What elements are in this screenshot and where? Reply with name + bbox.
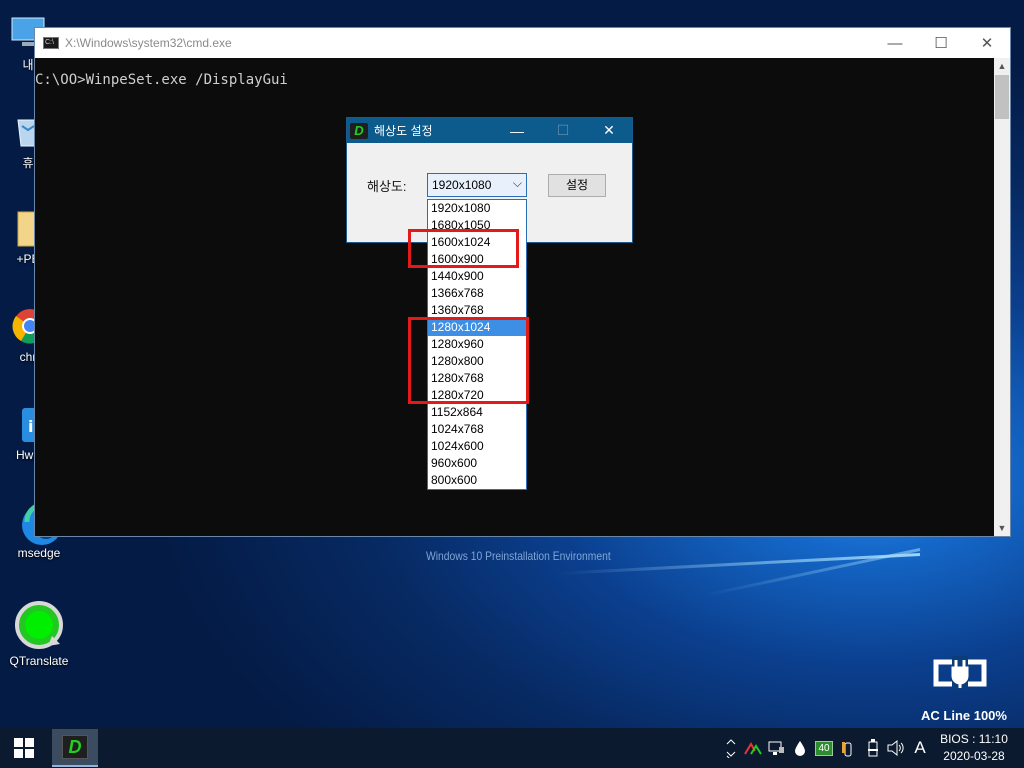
close-button[interactable]: ✕ — [964, 28, 1010, 58]
app-d-icon: D — [350, 122, 368, 139]
resolution-label: 해상도: — [367, 179, 407, 194]
start-button[interactable] — [0, 728, 48, 768]
scroll-up-icon[interactable]: ▲ — [994, 58, 1010, 74]
chevron-up-icon[interactable] — [723, 728, 739, 768]
cmd-titlebar[interactable]: C:\ X:\Windows\system32\cmd.exe — ☐ ✕ — [35, 28, 1010, 58]
network-monitor-icon[interactable] — [765, 728, 787, 768]
ime-indicator[interactable]: A — [910, 728, 930, 768]
clock-date: 2020-03-28 — [943, 749, 1005, 763]
power-plug-icon — [932, 656, 988, 690]
cmd-window-title: X:\Windows\system32\cmd.exe — [65, 36, 232, 50]
dropdown-option[interactable]: 800x600 — [428, 472, 526, 489]
dialog-maximize-button: ☐ — [556, 122, 570, 138]
scrollbar-thumb[interactable] — [995, 75, 1009, 119]
svg-text:i: i — [28, 417, 33, 436]
badge-40-icon[interactable]: 40 — [814, 728, 834, 768]
console-prompt-line: C:\OO>WinpeSet.exe /DisplayGui — [35, 72, 288, 88]
dialog-title: 해상도 설정 — [374, 124, 433, 138]
dropdown-option[interactable]: 1152x864 — [428, 404, 526, 421]
qtranslate-icon — [14, 600, 64, 650]
drop-icon[interactable] — [791, 728, 809, 768]
red-annotation-box — [408, 317, 529, 404]
dialog-minimize-button[interactable]: — — [494, 118, 540, 143]
desktop-icon-qtranslate[interactable]: QTranslate — [7, 600, 71, 668]
dropdown-option[interactable]: 960x600 — [428, 455, 526, 472]
combobox-value: 1920x1080 — [432, 178, 492, 192]
resolution-combobox[interactable]: 1920x1080 ⌵ — [427, 173, 527, 197]
windows-logo-icon — [14, 738, 34, 758]
dialog-titlebar[interactable]: D 해상도 설정 — ☐ ✕ — [347, 118, 632, 143]
tray-badge: 40 — [815, 740, 833, 756]
chevron-down-icon[interactable]: ⌵ — [513, 176, 522, 191]
cmd-app-icon: C:\ — [43, 37, 59, 49]
scroll-down-icon[interactable]: ▼ — [994, 520, 1010, 536]
dialog-close-button[interactable]: ✕ — [586, 118, 632, 143]
usb-icon[interactable] — [839, 728, 857, 768]
battery-icon[interactable] — [864, 728, 882, 768]
winpe-watermark: Windows 10 Preinstallation Environment — [426, 549, 611, 563]
maximize-button[interactable]: ☐ — [918, 28, 964, 58]
light-beam — [704, 548, 921, 597]
dropdown-option[interactable]: 1024x768 — [428, 421, 526, 438]
taskbar: D 40 A BIOS : 11:10 2020-03-28 — [0, 728, 1024, 768]
dropdown-option[interactable]: 1366x768 — [428, 285, 526, 302]
network-arrows-icon[interactable] — [741, 728, 765, 768]
dropdown-option[interactable]: 1920x1080 — [428, 200, 526, 217]
app-d-icon: D — [62, 735, 88, 759]
vertical-scrollbar[interactable]: ▲ ▼ — [994, 58, 1010, 536]
desktop-icon-label: QTranslate — [9, 654, 69, 668]
taskbar-app-button[interactable]: D — [52, 729, 98, 767]
desktop-icon-label: msedge — [17, 546, 61, 560]
taskbar-clock[interactable]: BIOS : 11:10 2020-03-28 — [936, 731, 1012, 765]
clock-time: BIOS : 11:10 — [940, 732, 1008, 746]
speaker-icon[interactable] — [885, 728, 907, 768]
light-beam — [560, 553, 921, 575]
dropdown-option[interactable]: 1024x600 — [428, 438, 526, 455]
set-button[interactable]: 설정 — [548, 174, 606, 197]
minimize-button[interactable]: — — [872, 28, 918, 58]
dropdown-option[interactable]: 1440x900 — [428, 268, 526, 285]
power-status-text: AC Line 100% — [921, 708, 1007, 723]
red-annotation-box — [408, 229, 519, 268]
